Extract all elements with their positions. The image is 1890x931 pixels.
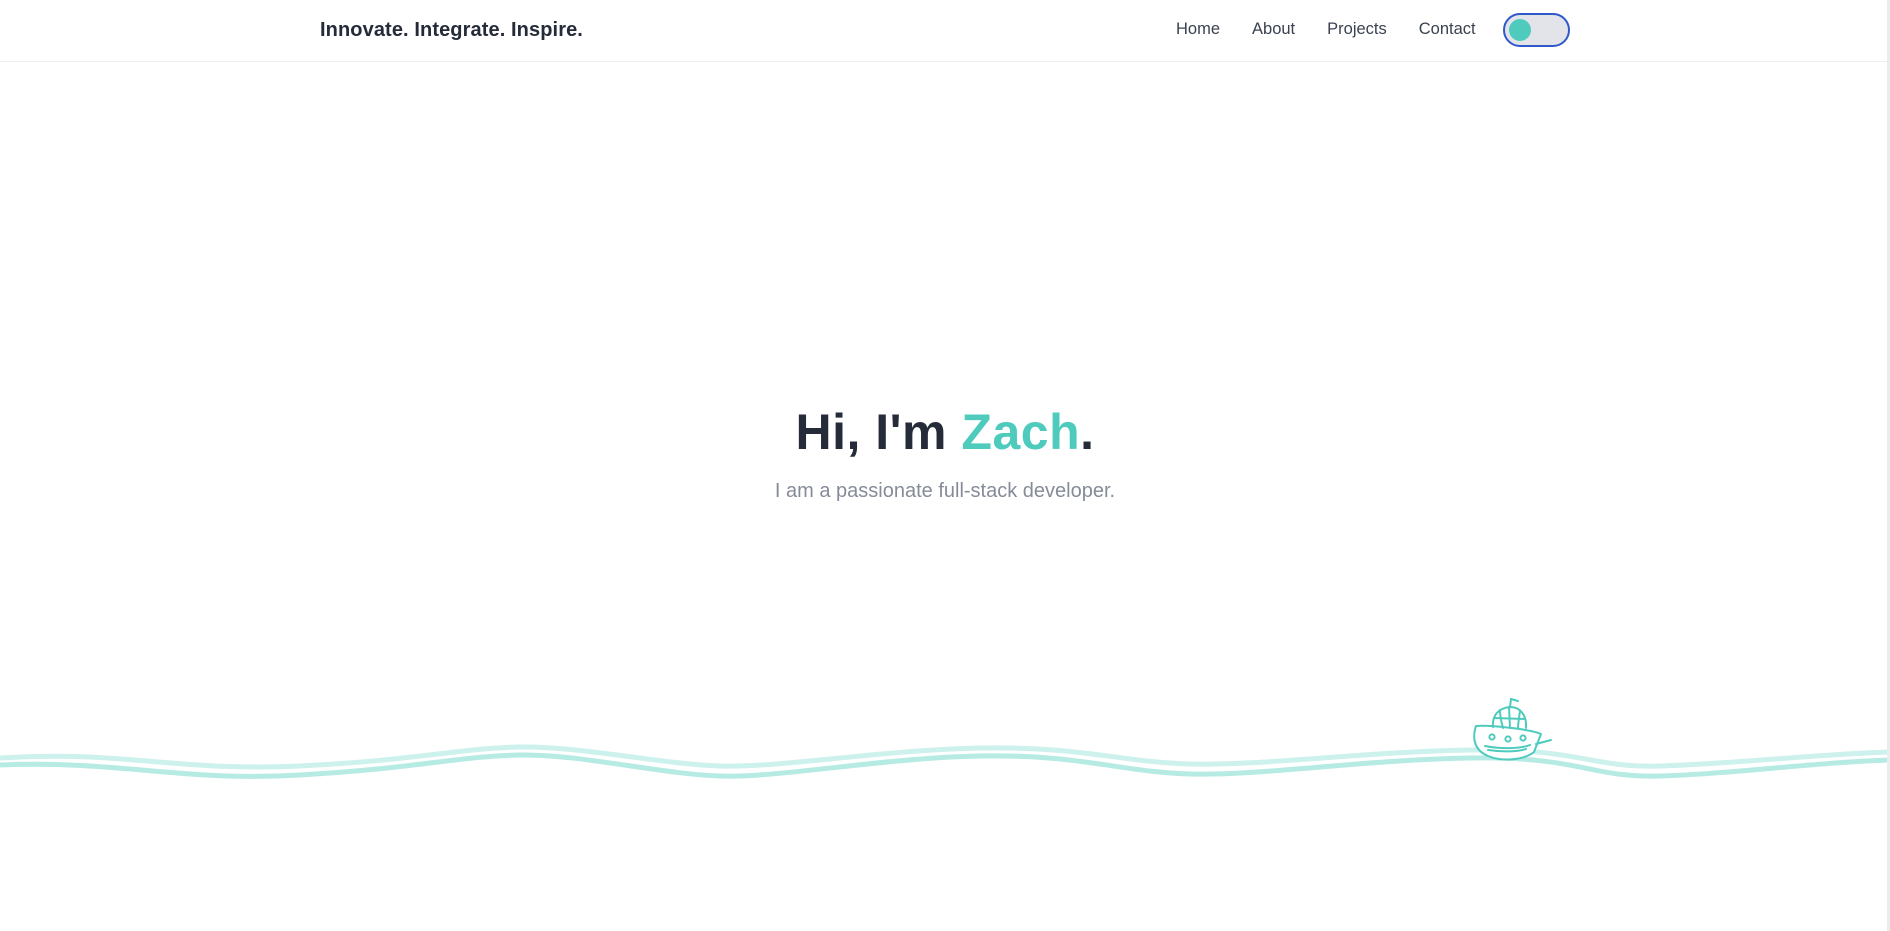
hero-greeting-prefix: Hi, I'm [795,404,962,460]
nav-link-about[interactable]: About [1252,20,1295,39]
hero-title: Hi, I'm Zach. [0,400,1890,464]
navbar: Innovate. Integrate. Inspire. Home About… [0,0,1890,62]
nav-links: Home About Projects Contact [1176,20,1508,39]
hero-greeting-suffix: . [1080,404,1095,460]
wave-icon [0,698,1890,779]
hero: Hi, I'm Zach. I am a passionate full-sta… [0,400,1890,503]
theme-toggle-knob [1509,19,1531,41]
nav-link-home[interactable]: Home [1176,20,1220,39]
theme-toggle[interactable] [1503,13,1570,47]
brand-title[interactable]: Innovate. Integrate. Inspire. [320,19,583,42]
hero-subtitle: I am a passionate full-stack developer. [774,480,1116,502]
hero-name: Zach [961,404,1081,460]
nav-link-projects[interactable]: Projects [1327,20,1387,39]
nav-link-contact[interactable]: Contact [1419,20,1476,39]
page: Innovate. Integrate. Inspire. Home About… [0,0,1890,931]
